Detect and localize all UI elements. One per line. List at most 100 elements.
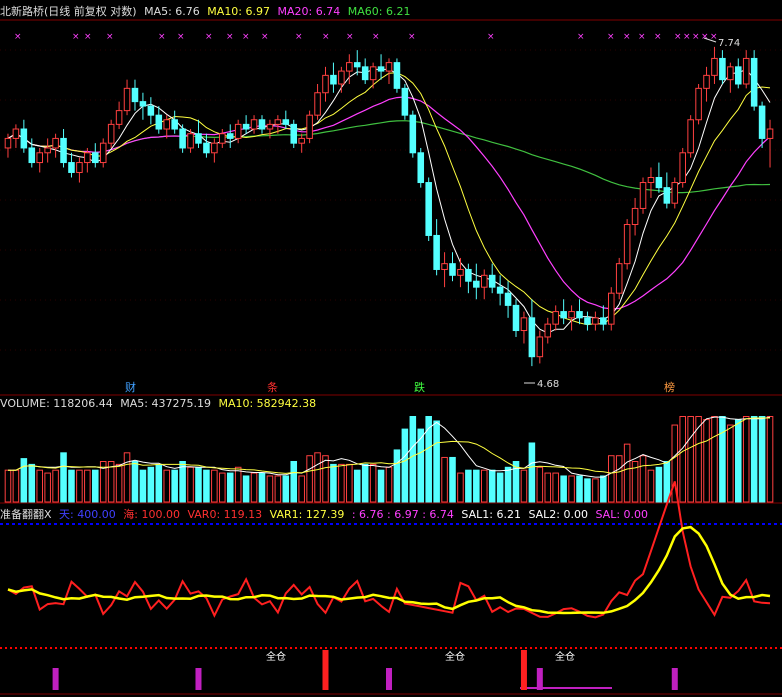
signal-bar-2	[322, 650, 329, 690]
candle-body-67	[536, 336, 544, 358]
candle-body-79	[631, 207, 639, 226]
candle-body-15	[123, 87, 131, 112]
candle-body-42	[338, 70, 345, 85]
ma5-line	[7, 68, 771, 334]
candle-body-88	[703, 74, 710, 89]
candle-body-12	[99, 142, 107, 164]
candle-body-27	[219, 133, 226, 144]
candle-body-76	[607, 292, 615, 325]
candle-body-33	[266, 123, 274, 130]
volume-bar-43	[346, 463, 353, 503]
volume-bar-24	[195, 466, 202, 503]
volume-bar-30	[242, 475, 250, 503]
signal-bar-1	[195, 668, 202, 690]
candle-body-13	[107, 123, 115, 144]
volume-bar-88	[703, 419, 710, 503]
candle-body-85	[679, 152, 686, 184]
volume-bar-26	[211, 469, 218, 503]
volume-bar-16	[131, 461, 139, 503]
volume-bar-15	[123, 452, 131, 503]
volume-bar-29	[234, 466, 242, 503]
candle-body-0	[4, 137, 12, 149]
candle-body-77	[615, 263, 623, 294]
candle-body-30	[242, 123, 250, 130]
volume-bar-61	[488, 469, 496, 503]
volume-bar-23	[187, 466, 194, 503]
candle-body-61	[488, 274, 496, 288]
volume-bar-17	[139, 469, 147, 503]
ma10-value: MA10: 6.97	[207, 5, 271, 18]
volume-bar-11	[92, 469, 99, 503]
volume-bar-9	[76, 469, 83, 503]
signal-bar-3	[386, 668, 392, 690]
candle-body-40	[322, 74, 329, 94]
volume-bar-81	[647, 469, 655, 503]
candle-body-93	[742, 57, 750, 85]
marker-1: ×	[72, 32, 80, 42]
indicator-bars	[52, 650, 678, 690]
marker-12: ×	[346, 32, 354, 42]
var1-value: VAR1: 127.39	[269, 508, 345, 521]
volume-bar-0	[4, 469, 12, 503]
volume-bar-91	[727, 424, 734, 503]
volume-bar-21	[171, 469, 178, 503]
volume-bar-33	[266, 475, 274, 503]
candle-body-75	[600, 317, 607, 325]
volume-bar-65	[520, 469, 528, 503]
volume-bar-20	[163, 469, 171, 503]
candle-body-32	[258, 119, 266, 130]
volume-bar-71	[568, 475, 575, 503]
candle-body-14	[115, 110, 123, 125]
candles	[4, 46, 774, 367]
volume-bar-80	[639, 455, 647, 503]
candle-body-60	[480, 274, 488, 288]
volume-bar-19	[155, 463, 163, 503]
marker-3: ×	[106, 32, 114, 42]
volume-bar-46	[369, 463, 377, 503]
indicator-header: 准备翻翻X 天: 400.00 海: 100.00 VAR0: 119.13 V…	[0, 506, 652, 522]
candle-body-4	[36, 152, 43, 164]
marker-15: ×	[487, 32, 495, 42]
event-label-3[interactable]: 跌	[414, 380, 425, 394]
candle-body-91	[727, 66, 734, 81]
volume-bar-6	[52, 469, 59, 503]
var0-value: VAR0: 119.13	[187, 508, 263, 521]
sky-value: 天: 400.00	[59, 508, 116, 521]
volume-bar-51	[409, 416, 417, 503]
volume-bar-50	[401, 428, 409, 503]
volume-bar-36	[290, 461, 298, 503]
marker-10: ×	[295, 32, 303, 42]
volume-bar-68	[544, 472, 552, 503]
candle-body-11	[92, 152, 99, 164]
candle-body-48	[385, 62, 393, 72]
candle-body-68	[544, 323, 552, 338]
candle-body-49	[393, 62, 401, 89]
marker-8: ×	[242, 32, 250, 42]
volume-bar-44	[353, 469, 361, 503]
volume-bar-96	[766, 416, 774, 503]
candle-body-31	[250, 119, 258, 130]
volume-bar-38	[306, 455, 313, 503]
marker-16: ×	[577, 32, 585, 42]
volume-bar-78	[623, 443, 631, 503]
event-label-1[interactable]: 财	[125, 380, 136, 394]
volume-bar-40	[322, 455, 329, 503]
candle-body-18	[147, 105, 155, 116]
event-label-2[interactable]: 条	[267, 380, 278, 394]
candle-body-84	[671, 182, 679, 204]
volume-bar-85	[679, 416, 686, 503]
volume-bar-47	[377, 469, 385, 503]
chart-title: 北新路桥(日线 前复权 对数)	[0, 5, 137, 18]
ma60-value: MA60: 6.21	[347, 5, 411, 18]
signal-label-3: 全仓	[555, 650, 575, 663]
candle-body-7	[60, 137, 67, 164]
stock-chart[interactable]: × × × × × × × × × × × × × × × × × × × × × × × × × × 7.74 4.68 财 条…	[0, 0, 782, 697]
candle-body-54	[433, 234, 440, 270]
candle-body-17	[139, 101, 147, 107]
event-label-4[interactable]: 榜	[664, 380, 675, 394]
volume-bar-42	[338, 463, 345, 503]
candle-body-22	[179, 128, 186, 149]
marker-7: ×	[226, 32, 234, 42]
candle-body-21	[171, 119, 178, 130]
marker-23: ×	[692, 32, 700, 42]
